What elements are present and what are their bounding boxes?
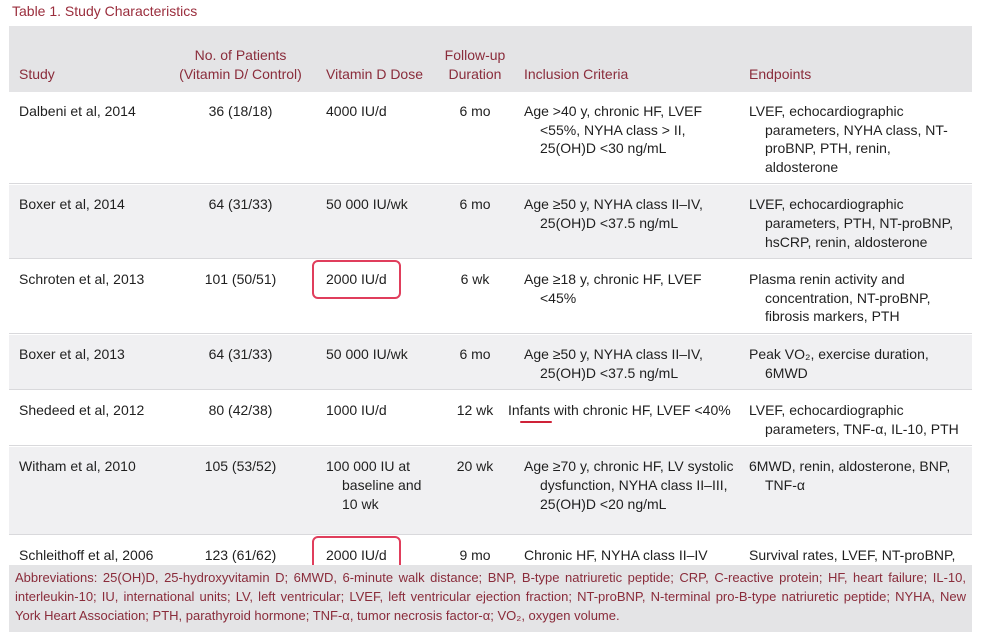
- cell-study: Boxer et al, 2014: [9, 184, 169, 261]
- cell-followup: 6 wk: [432, 259, 518, 335]
- cell-endpoints: 6MWD, renin, aldosterone, BNP, TNF-α: [749, 458, 951, 493]
- header-endpoints: Endpoints: [743, 26, 972, 92]
- cell-inclusion: Age ≥50 y, NYHA class II–IV, 25(OH)D <37…: [524, 345, 703, 381]
- header-dose: Vitamin D Dose: [312, 26, 432, 92]
- cell-study: Dalbeni et al, 2014: [9, 92, 169, 186]
- header-patients-line1: No. of Patients: [194, 47, 287, 63]
- table-row: Shedeed et al, 2012 80 (42/38) 1000 IU/d…: [9, 390, 972, 448]
- cell-inclusion: Age ≥18 y, chronic HF, LVEF <45%: [524, 271, 702, 306]
- cell-endpoints: Plasma renin activity and concentration,…: [749, 271, 931, 325]
- cell-patients: 105 (53/52): [169, 446, 312, 537]
- cell-patients: 64 (31/33): [169, 334, 312, 392]
- cell-inclusion: Age ≥50 y, NYHA class II–IV, 25(OH)D <37…: [524, 196, 703, 231]
- cell-endpoints: Peak VO₂, exercise duration, 6MWD: [749, 345, 929, 381]
- header-followup-line2: Duration: [448, 66, 502, 82]
- cell-study: Shedeed et al, 2012: [9, 390, 169, 448]
- cell-followup: 6 mo: [432, 92, 518, 186]
- cell-dose: 50 000 IU/wk: [312, 334, 432, 392]
- cell-patients: 101 (50/51): [169, 259, 312, 335]
- cell-patients: 64 (31/33): [169, 184, 312, 261]
- cell-inclusion: Age ≥70 y, chronic HF, LV systolic dysfu…: [524, 458, 734, 512]
- cell-study: Boxer et al, 2013: [9, 334, 169, 392]
- cell-followup: 6 mo: [432, 334, 518, 392]
- header-patients: No. of Patients (Vitamin D/ Control): [169, 26, 312, 92]
- table-header-row: Study No. of Patients (Vitamin D/ Contro…: [9, 26, 972, 92]
- table-row: Schroten et al, 2013 101 (50/51) 2000 IU…: [9, 259, 972, 335]
- study-characteristics-table: Study No. of Patients (Vitamin D/ Contro…: [9, 26, 972, 593]
- cell-inclusion: Age >40 y, chronic HF, LVEF <55%, NYHA c…: [524, 103, 703, 157]
- cell-endpoints: LVEF, echocardiographic parameters, TNF-…: [749, 402, 959, 437]
- cell-dose: 1000 IU/d: [312, 390, 432, 448]
- cell-study: Schroten et al, 2013: [9, 259, 169, 335]
- cell-study: Witham et al, 2010: [9, 446, 169, 537]
- cell-followup: 12 wk: [432, 390, 518, 448]
- header-followup: Follow-up Duration: [432, 26, 518, 92]
- cell-dose: 4000 IU/d: [312, 92, 432, 186]
- table-row: Witham et al, 2010 105 (53/52) 100 000 I…: [9, 446, 972, 537]
- cell-patients: 36 (18/18): [169, 92, 312, 186]
- table-row: Dalbeni et al, 2014 36 (18/18) 4000 IU/d…: [9, 92, 972, 186]
- cell-endpoints: LVEF, echocardiographic parameters, PTH,…: [749, 196, 954, 250]
- highlighted-dose: 2000 IU/d: [312, 536, 401, 575]
- header-study: Study: [9, 26, 169, 92]
- cell-followup: 20 wk: [432, 446, 518, 537]
- cell-patients: 80 (42/38): [169, 390, 312, 448]
- cell-dose: 100 000 IU at baseline and 10 wk: [326, 458, 422, 512]
- cell-followup: 6 mo: [432, 184, 518, 261]
- cell-inclusion: Infants with chronic HF, LVEF <40%: [508, 401, 737, 423]
- table-row: Boxer et al, 2013 64 (31/33) 50 000 IU/w…: [9, 334, 972, 392]
- cell-inclusion: Chronic HF, NYHA class II–IV: [524, 547, 708, 564]
- header-inclusion: Inclusion Criteria: [518, 26, 743, 92]
- header-patients-line2: (Vitamin D/ Control): [179, 66, 302, 82]
- abbreviations-footnote: Abbreviations: 25(OH)D, 25-hydroxyvitami…: [9, 565, 972, 632]
- table-row: Boxer et al, 2014 64 (31/33) 50 000 IU/w…: [9, 184, 972, 261]
- cell-dose: 50 000 IU/wk: [312, 184, 432, 261]
- cell-inclusion-rest: with chronic HF, LVEF <40%: [550, 402, 731, 419]
- header-followup-line1: Follow-up: [444, 47, 506, 63]
- underlined-word: Infants: [508, 402, 553, 423]
- highlighted-dose: 2000 IU/d: [312, 260, 401, 299]
- table-title: Table 1. Study Characteristics: [12, 3, 198, 19]
- cell-endpoints: LVEF, echocardiographic parameters, NYHA…: [749, 103, 948, 175]
